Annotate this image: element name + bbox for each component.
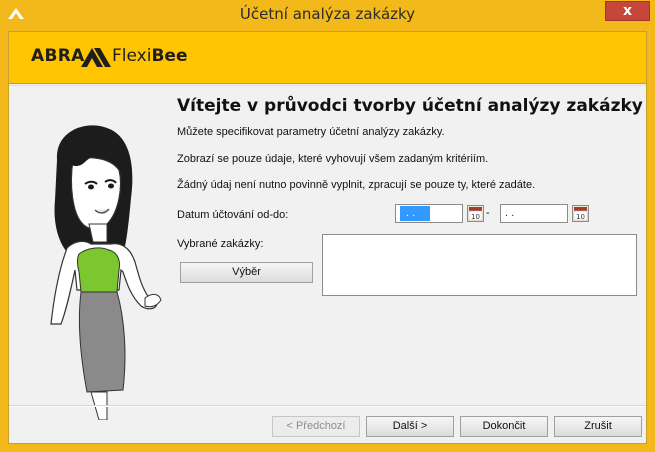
- calendar-day-to: 10: [576, 213, 585, 221]
- selected-orders-list[interactable]: [322, 234, 637, 296]
- cancel-button[interactable]: Zrušit: [554, 416, 642, 437]
- banner-divider: [9, 85, 646, 86]
- date-from-input[interactable]: . .: [395, 204, 463, 223]
- brand-banner: ABRA FlexiBee: [9, 32, 646, 84]
- footer-divider-highlight: [9, 406, 646, 407]
- wizard-window: Účetní analýza zakázky x ABRA FlexiBee V…: [0, 0, 655, 452]
- previous-button[interactable]: < Předchozí: [272, 416, 360, 437]
- title-bar[interactable]: Účetní analýza zakázky x: [0, 0, 655, 31]
- logo-abra-text: ABRA: [31, 46, 85, 66]
- date-from-selection: . .: [400, 206, 430, 221]
- date-range-separator: -: [486, 207, 490, 219]
- selected-orders-label: Vybrané zakázky:: [177, 238, 264, 250]
- date-range-label: Datum účtování od-do:: [177, 209, 289, 221]
- info-line-specify: Můžete specifikovat parametry účetní ana…: [177, 126, 445, 138]
- info-line-optional: Žádný údaj není nutno povinně vyplnit, z…: [177, 179, 536, 191]
- info-line-filter: Zobrazí se pouze údaje, které vyhovují v…: [177, 153, 489, 165]
- logo-flexi: Flexi: [112, 46, 152, 66]
- date-to-input[interactable]: . .: [500, 204, 568, 223]
- calendar-day-from: 10: [471, 213, 480, 221]
- next-button[interactable]: Další >: [366, 416, 454, 437]
- calendar-icon[interactable]: 10: [572, 205, 589, 222]
- close-button[interactable]: x: [605, 1, 650, 21]
- finish-button[interactable]: Dokončit: [460, 416, 548, 437]
- abra-logo-icon: [81, 48, 111, 67]
- window-title: Účetní analýza zakázky: [239, 5, 416, 23]
- select-orders-button[interactable]: Výběr: [180, 262, 313, 283]
- logo-bee: Bee: [151, 46, 188, 66]
- wizard-heading: Vítejte v průvodci tvorby účetní analýzy…: [177, 96, 643, 116]
- guide-woman-illustration: [50, 125, 162, 420]
- wizard-client-area: ABRA FlexiBee Vítejte v průvodci tvorby …: [8, 31, 647, 444]
- logo-flexibee-text: FlexiBee: [112, 46, 187, 66]
- calendar-icon[interactable]: 10: [467, 205, 484, 222]
